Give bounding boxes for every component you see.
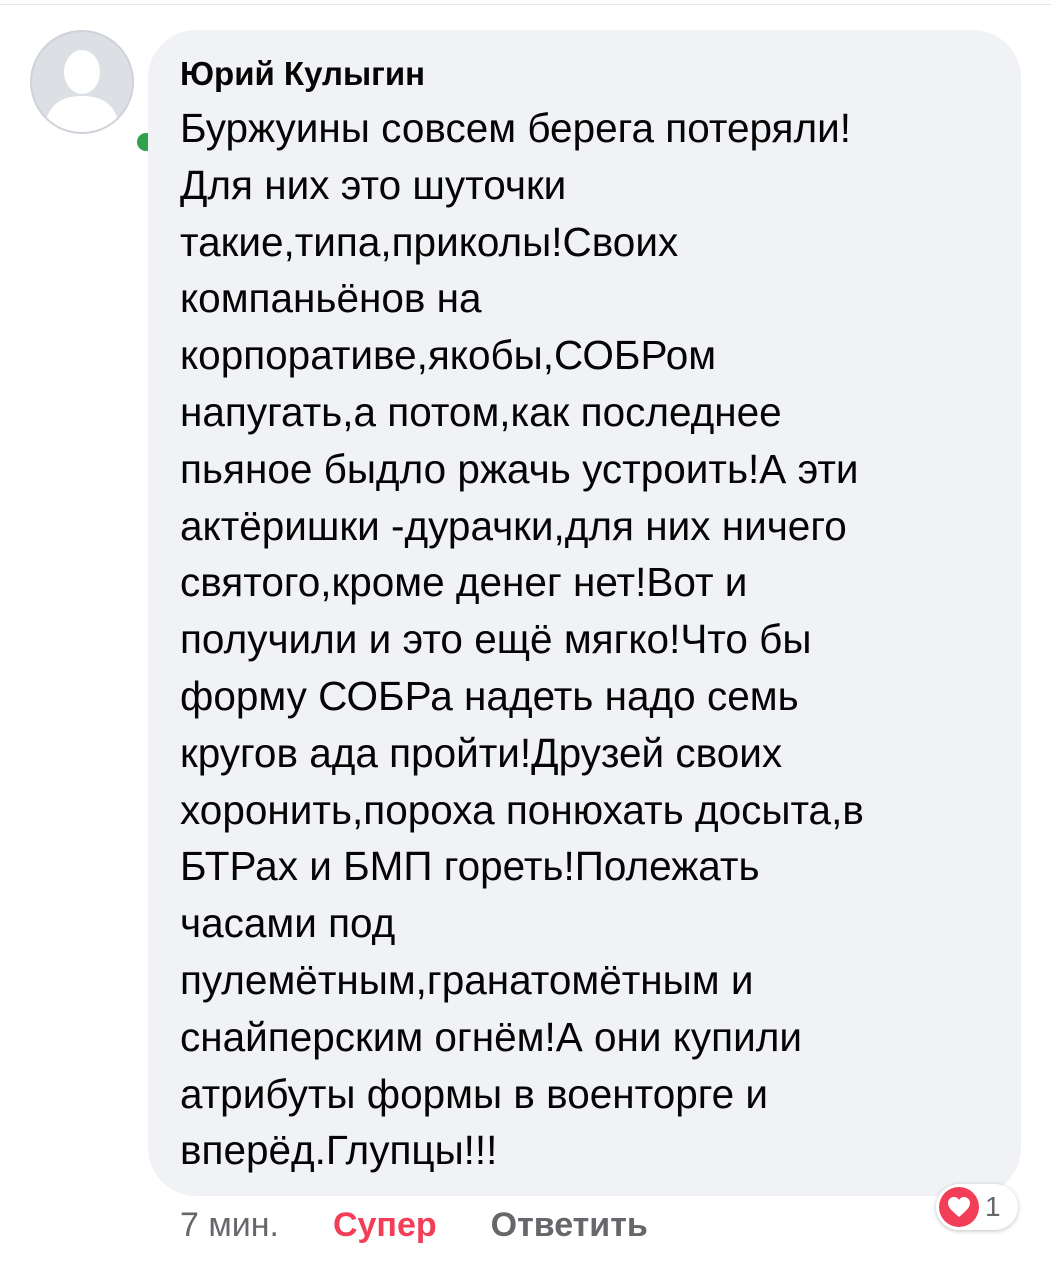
top-divider — [0, 4, 1051, 5]
comment-author[interactable]: Юрий Кулыгин — [180, 54, 991, 94]
reaction-button[interactable]: Супер — [333, 1206, 437, 1245]
reaction-count: 1 — [985, 1191, 1001, 1222]
default-user-icon — [44, 50, 120, 132]
avatar-container[interactable] — [30, 30, 160, 156]
comment-timestamp[interactable]: 7 мин. — [180, 1206, 279, 1245]
heart-icon — [939, 1187, 979, 1227]
avatar[interactable] — [30, 30, 134, 134]
comment-text: Буржуины совсем берега потеряли! Для них… — [180, 105, 864, 1174]
reaction-summary[interactable]: 1 — [936, 1184, 1018, 1230]
comment-actions: 7 мин. Супер Ответить — [180, 1203, 648, 1247]
comment-bubble: Юрий Кулыгин Буржуины совсем берега поте… — [148, 30, 1021, 1196]
reply-button[interactable]: Ответить — [491, 1206, 648, 1245]
